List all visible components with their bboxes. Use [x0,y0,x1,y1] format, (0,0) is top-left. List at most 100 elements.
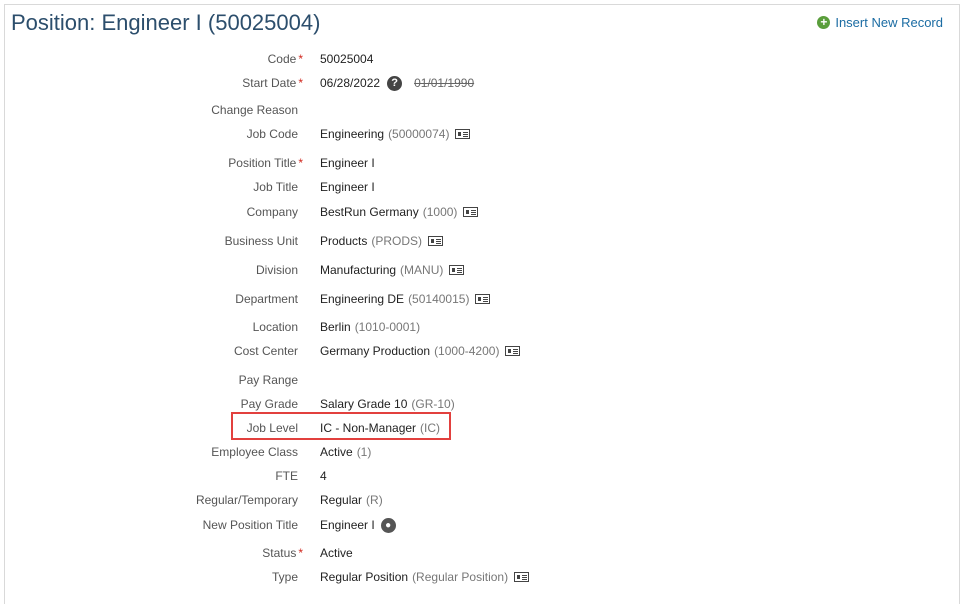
field-label-text: Cost Center [233,344,298,358]
field-value-pay-grade: Salary Grade 10 (GR-10) [320,394,455,414]
previous-value-text: 01/01/1990 [414,76,475,90]
field-code-text: (PRODS) [371,234,423,248]
field-label-text: Job Title [253,180,298,194]
field-label-text: Company [246,205,298,219]
quickcard-icon[interactable] [463,207,479,217]
quickcard-icon[interactable] [428,236,444,246]
field-row-pay-grade: Pay Grade Salary Grade 10 (GR-10) [5,394,955,414]
field-value-type: Regular Position (Regular Position) [320,567,530,587]
field-value-text: 50025004 [320,52,374,66]
field-code-text: (MANU) [400,263,444,277]
field-value-job-code: Engineering (50000074) [320,124,471,144]
field-label-text: Department [235,292,298,306]
globe-translate-icon[interactable]: ● [380,517,396,533]
field-label-job-title: Job Title [253,177,298,197]
field-row-cost-center: Cost Center Germany Production (1000-4200) [5,341,955,361]
field-label-job-code: Job Code [247,124,298,144]
field-label-company: Company [247,202,298,222]
field-label-pay-range: Pay Range [239,370,298,390]
field-label-location: Location [253,317,298,337]
field-label-text: Pay Range [238,373,298,387]
field-label-position-title: Position Title * [228,153,303,173]
page-title: Position: Engineer I (50025004) [11,10,321,35]
job-level-highlight [231,412,451,440]
field-value-division: Manufacturing (MANU) [320,260,465,280]
field-label-department: Department [235,289,298,309]
field-label-text: Employee Class [211,445,298,459]
field-value-status: Active [320,543,353,563]
field-label-type: Type [272,567,298,587]
quickcard-icon[interactable] [505,346,521,356]
field-value-text: BestRun Germany [320,205,419,219]
field-value-start-date: 06/28/2022? 01/01/1990 [320,73,474,93]
field-value-regular-temporary: Regular (R) [320,490,383,510]
field-label-text: Position Title [228,156,297,170]
field-row-division: Division Manufacturing (MANU) [5,260,955,280]
field-value-company: BestRun Germany (1000) [320,202,479,222]
field-value-cost-center: Germany Production (1000-4200) [320,341,521,361]
field-value-code: 50025004 [320,49,373,69]
field-label-start-date: Start Date * [242,73,303,93]
add-circle-icon: + [817,16,831,29]
field-label-regular-temporary: Regular/Temporary [196,490,298,510]
field-label-text: Change Reason [211,103,298,117]
field-value-text: Berlin [320,320,351,334]
field-label-text: Division [255,263,298,277]
field-code-text: (1) [356,445,372,459]
field-label-text: FTE [275,469,298,483]
field-label-text: Location [252,320,298,334]
field-label-text: Code [267,52,297,66]
field-label-text: Regular/Temporary [195,493,298,507]
field-value-text: 06/28/2022 [320,76,381,90]
field-code-text: (1000) [422,205,458,219]
field-value-text: Salary Grade 10 [320,397,408,411]
field-label-text: Pay Grade [240,397,298,411]
field-value-text: Engineering [320,127,385,141]
field-value-new-position-title: Engineer I ● [320,515,396,535]
field-code-text: (GR-10) [411,397,455,411]
field-label-text: New Position Title [202,518,298,532]
field-value-text: Germany Production [320,344,431,358]
field-row-start-date: Start Date * 06/28/2022? 01/01/1990 [5,73,955,93]
field-code-text: (50000074) [388,127,450,141]
field-row-type: Type Regular Position (Regular Position) [5,567,955,587]
field-value-text: Active [320,445,353,459]
field-label-text: Start Date [242,76,297,90]
field-code-text: (1010-0001) [354,320,421,334]
field-value-text: Manufacturing [320,263,397,277]
field-value-text: 4 [320,469,327,483]
quickcard-icon[interactable] [514,572,530,582]
field-row-code: Code * 50025004 [5,49,955,69]
field-row-department: Department Engineering DE (50140015) [5,289,955,309]
field-row-new-position-title: New Position Title Engineer I ● [5,515,955,535]
field-label-text: Status [262,546,297,560]
required-marker: * [298,52,303,66]
field-row-job-title: Job Title Engineer I [5,177,955,197]
field-value-text: Regular Position [320,570,409,584]
field-code-text: (50140015) [408,292,470,306]
field-row-company: Company BestRun Germany (1000) [5,202,955,222]
field-value-text: Products [320,234,368,248]
field-value-position-title: Engineer I [320,153,375,173]
field-label-employee-class: Employee Class [211,442,298,462]
position-panel: Position: Engineer I (50025004) + Insert… [4,4,960,604]
quickcard-icon[interactable] [475,294,491,304]
field-label-change-reason: Change Reason [211,100,298,120]
field-label-business-unit: Business Unit [225,231,298,251]
insert-new-record-link[interactable]: + Insert New Record [817,15,943,30]
field-label-cost-center: Cost Center [234,341,298,361]
field-row-fte: FTE 4 [5,466,955,486]
quickcard-icon[interactable] [455,129,471,139]
field-label-status: Status * [262,543,303,563]
required-marker: * [298,546,303,560]
field-label-new-position-title: New Position Title [203,515,298,535]
quickcard-icon[interactable] [449,265,465,275]
field-value-text: Regular [320,493,363,507]
field-value-business-unit: Products (PRODS) [320,231,444,251]
field-value-text: Engineering DE [320,292,405,306]
field-code-text: (R) [366,493,383,507]
field-label-code: Code * [268,49,303,69]
help-icon[interactable]: ? [387,75,403,91]
field-label-fte: FTE [275,466,298,486]
field-value-department: Engineering DE (50140015) [320,289,491,309]
